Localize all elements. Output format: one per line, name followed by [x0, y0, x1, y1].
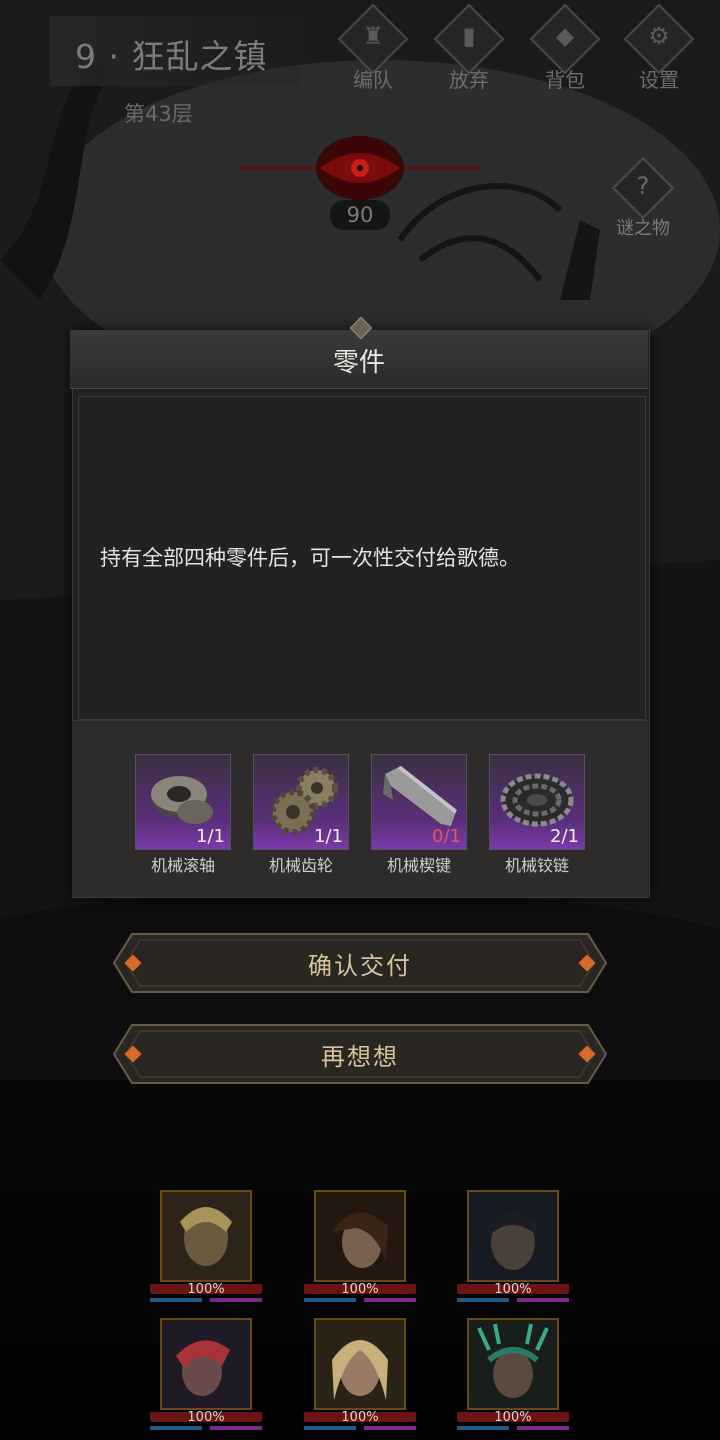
hero-portrait-antler	[469, 1320, 557, 1408]
item-name: 机械铰链	[504, 856, 569, 875]
helmet-icon: ♜	[362, 22, 384, 50]
confirm-deliver-button[interactable]: 确认交付	[112, 930, 608, 996]
hero-portrait-blonde	[162, 1192, 250, 1280]
item-mech-gear[interactable]: 1/1 机械齿轮	[253, 754, 349, 876]
hp-percent: 100%	[494, 1410, 532, 1425]
formation-button[interactable]: ♜ 编队	[334, 3, 412, 92]
mystery-label: 谜之物	[616, 218, 670, 239]
confirm-label: 确认交付	[308, 952, 412, 980]
item-count: 1/1	[196, 826, 225, 847]
abandon-label: 放弃	[449, 68, 489, 92]
formation-label: 编队	[353, 68, 393, 92]
item-name: 机械楔键	[386, 856, 451, 875]
step-counter: 90	[330, 200, 390, 230]
reconsider-button[interactable]: 再想想	[112, 1021, 608, 1087]
stage-title: 9 · 狂乱之镇	[75, 37, 268, 76]
hero-slot-4[interactable]: 100%	[150, 1318, 262, 1440]
hp-percent: 100%	[341, 1410, 379, 1425]
settings-label: 设置	[639, 68, 679, 92]
hp-percent: 100%	[187, 1282, 225, 1297]
hero-portrait-dark	[469, 1192, 557, 1280]
hero-slot-5[interactable]: 100%	[304, 1318, 416, 1440]
door-exit-icon: ▮	[462, 22, 476, 50]
floor-label: 第43层	[124, 102, 193, 126]
item-name: 机械齿轮	[268, 856, 333, 875]
item-mech-roller[interactable]: 1/1 机械滚轴	[135, 754, 231, 876]
hp-percent: 100%	[341, 1282, 379, 1297]
bag-label: 背包	[545, 68, 585, 92]
hero-portrait-redhair	[162, 1320, 250, 1408]
settings-button[interactable]: ⚙ 设置	[620, 3, 698, 92]
abandon-button[interactable]: ▮ 放弃	[430, 3, 508, 92]
red-eye-sigil-icon	[240, 136, 480, 200]
hero-slot-2[interactable]: 100%	[304, 1190, 416, 1312]
item-count: 0/1	[432, 826, 461, 847]
hp-percent: 100%	[494, 1282, 532, 1297]
item-name: 机械滚轴	[150, 856, 215, 875]
question-icon: ?	[636, 172, 650, 200]
hero-slot-3[interactable]: 100%	[457, 1190, 569, 1312]
item-mech-wedge-key[interactable]: 0/1 机械楔键	[371, 754, 467, 876]
hero-slot-1[interactable]: 100%	[150, 1190, 262, 1312]
hero-portrait-brunette	[316, 1192, 404, 1280]
dialog-title: 零件	[332, 348, 385, 378]
bag-button[interactable]: ◆ 背包	[526, 3, 604, 92]
reconsider-label: 再想想	[321, 1043, 399, 1071]
hp-percent: 100%	[187, 1410, 225, 1425]
dialog-description: 持有全部四种零件后，可一次性交付给歌德。	[100, 546, 520, 570]
bag-icon: ◆	[555, 22, 575, 50]
hero-portrait-blonde-2	[316, 1320, 404, 1408]
item-mech-hinge[interactable]: 2/1 机械铰链	[489, 754, 585, 876]
hero-slot-6[interactable]: 100%	[457, 1318, 569, 1440]
item-count: 2/1	[550, 826, 579, 847]
mystery-item-button[interactable]: ? 谜之物	[606, 156, 680, 240]
item-count: 1/1	[314, 826, 343, 847]
gear-icon: ⚙	[648, 22, 670, 50]
